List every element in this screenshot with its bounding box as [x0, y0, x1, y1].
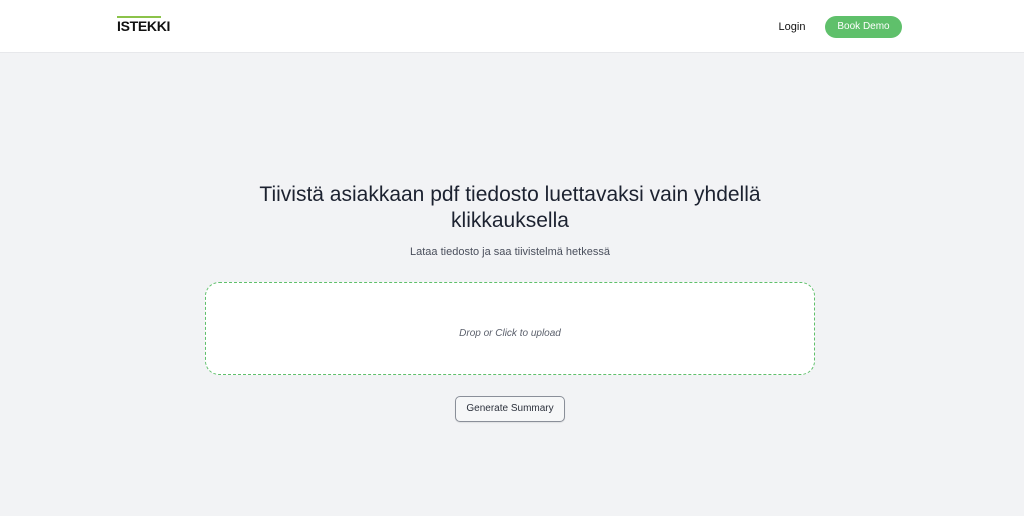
top-navbar: ISTEKKI Login Book Demo [0, 0, 1024, 53]
login-link[interactable]: Login [770, 17, 814, 37]
generate-summary-button[interactable]: Generate Summary [455, 396, 565, 422]
page-subtitle: Lataa tiedosto ja saa tiivistelmä hetkes… [410, 246, 610, 258]
page-title: Tiivistä asiakkaan pdf tiedosto luettava… [259, 183, 761, 232]
logo-wordmark: ISTEKKI [117, 18, 171, 34]
dropzone-label: Drop or Click to upload [459, 328, 561, 339]
book-demo-button[interactable]: Book Demo [825, 16, 902, 38]
istekki-logo[interactable]: ISTEKKI [117, 16, 170, 34]
file-upload-dropzone[interactable]: Drop or Click to upload [205, 282, 815, 375]
